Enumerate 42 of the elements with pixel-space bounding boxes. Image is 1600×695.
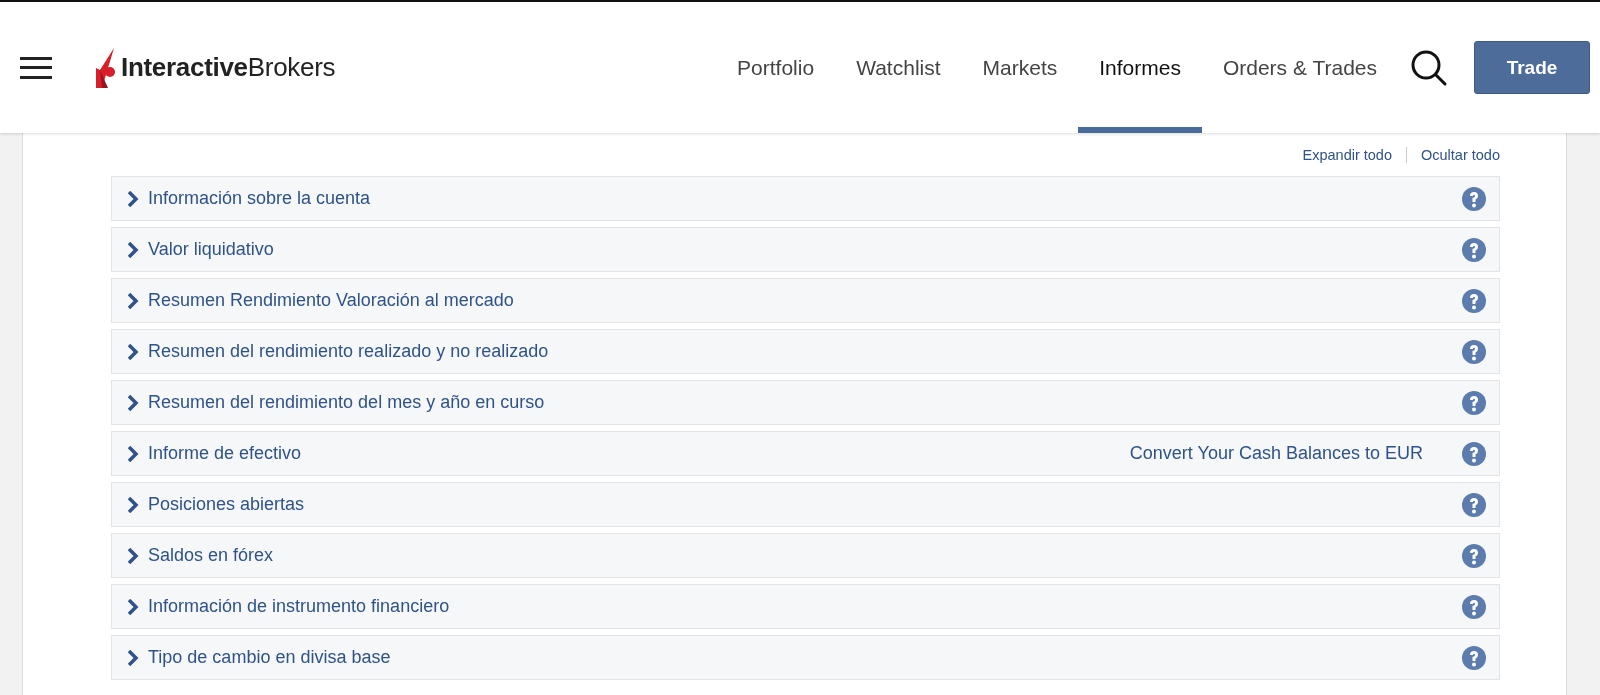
section-title: Resumen del rendimiento del mes y año en curso bbox=[148, 392, 545, 413]
section-title: Valor liquidativo bbox=[148, 239, 274, 260]
section-title: Resumen del rendimiento realizado y no realizado bbox=[148, 341, 549, 362]
section-header[interactable]: Posiciones abiertas bbox=[111, 482, 1500, 527]
nav-tab[interactable]: Orders & Trades bbox=[1201, 2, 1398, 133]
section-title: Informe de efectivo bbox=[148, 443, 302, 464]
help-icon[interactable] bbox=[1461, 185, 1487, 212]
section-title: Información sobre la cuenta bbox=[148, 188, 371, 209]
search-icon[interactable] bbox=[1410, 48, 1448, 87]
section-title: Tipo de cambio en divisa base bbox=[148, 647, 391, 668]
section-header[interactable]: Resumen del rendimiento realizado y no realizado bbox=[111, 329, 1500, 374]
logo-icon bbox=[96, 47, 118, 88]
menu-icon[interactable] bbox=[20, 56, 52, 79]
nav-tab[interactable]: Markets bbox=[961, 2, 1079, 133]
convert-link[interactable]: Convert Your Cash Balances to EUR bbox=[1129, 443, 1423, 464]
section-title: Información de instrumento financiero bbox=[148, 596, 450, 617]
logo-text: InteractiveBrokers bbox=[121, 52, 336, 83]
help-icon[interactable] bbox=[1461, 644, 1487, 671]
help-icon[interactable] bbox=[1461, 236, 1487, 263]
collapse-all-link[interactable]: Ocultar todo bbox=[1421, 147, 1500, 163]
help-icon[interactable] bbox=[1461, 287, 1487, 314]
section-title: Resumen Rendimiento Valoración al mercado bbox=[148, 290, 514, 311]
section-header[interactable]: Resumen Rendimiento Valoración al mercado bbox=[111, 278, 1500, 323]
section-header[interactable]: Resumen del rendimiento del mes y año en curso bbox=[111, 380, 1500, 425]
expand-all-link[interactable]: Expandir todo bbox=[1302, 147, 1392, 163]
section-header[interactable]: Tipo de cambio en divisa base bbox=[111, 635, 1500, 680]
section-title: Posiciones abiertas bbox=[148, 494, 305, 515]
section-header[interactable]: Información sobre la cuenta bbox=[111, 176, 1500, 221]
help-icon[interactable] bbox=[1461, 593, 1487, 620]
section-title: Saldos en fórex bbox=[148, 545, 274, 566]
help-icon[interactable] bbox=[1461, 338, 1487, 365]
help-icon[interactable] bbox=[1461, 542, 1487, 569]
trade-button[interactable]: Trade bbox=[1474, 41, 1590, 94]
section-header[interactable]: Saldos en fórex bbox=[111, 533, 1500, 578]
help-icon[interactable] bbox=[1461, 389, 1487, 416]
nav-tab[interactable]: Watchlist bbox=[835, 2, 962, 133]
help-icon[interactable] bbox=[1461, 440, 1487, 467]
section-header[interactable]: Información de instrumento financiero bbox=[111, 584, 1500, 629]
nav-tab[interactable]: Portfolio bbox=[716, 2, 836, 133]
section-header[interactable]: Valor liquidativo bbox=[111, 227, 1500, 272]
help-icon[interactable] bbox=[1461, 491, 1487, 518]
section-header[interactable]: Informe de efectivo Convert Your Cash Balances to EUR bbox=[111, 431, 1500, 476]
